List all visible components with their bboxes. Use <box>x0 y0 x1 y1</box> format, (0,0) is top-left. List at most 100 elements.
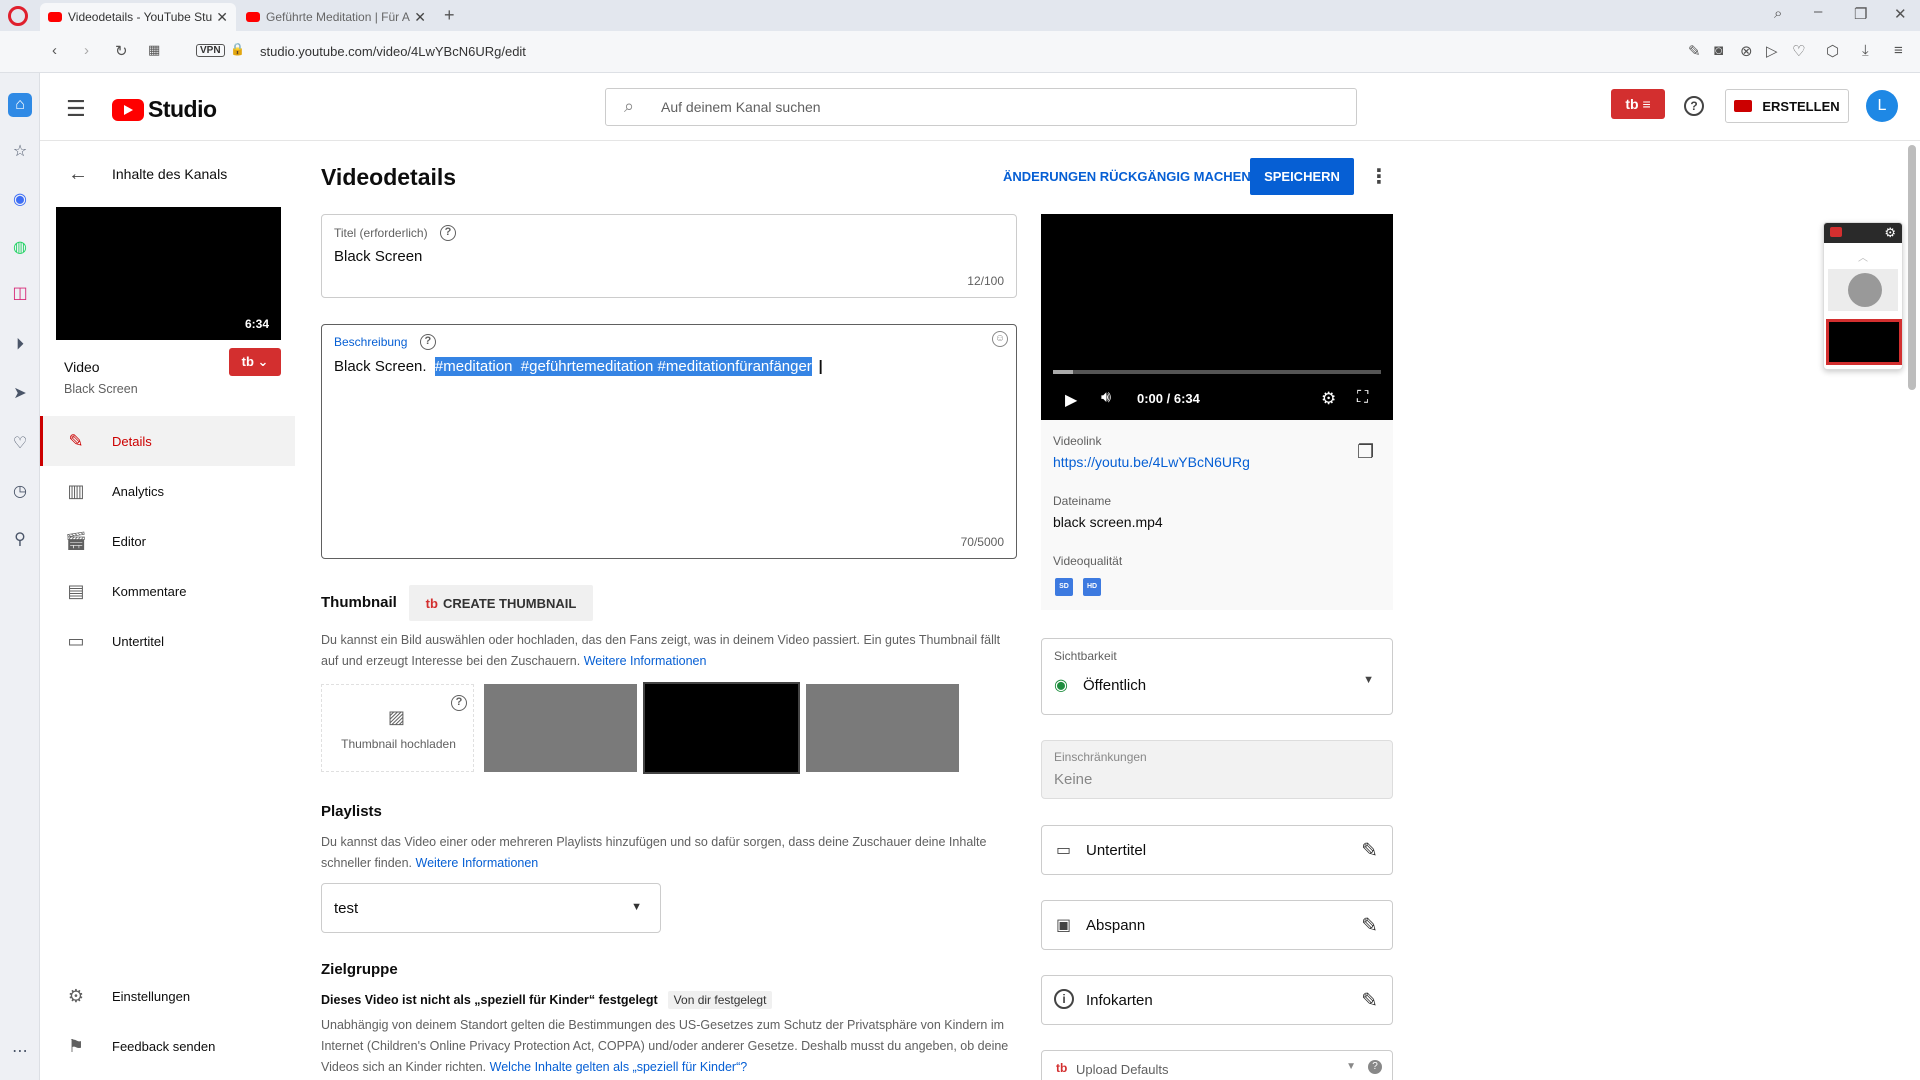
search-input[interactable] <box>661 89 1311 125</box>
messenger-icon[interactable]: ◉ <box>8 187 32 211</box>
more-icon[interactable]: ⋯ <box>8 1039 32 1063</box>
snap-icon[interactable]: ✎ <box>1688 42 1701 60</box>
emoji-icon[interactable]: ☺ <box>992 331 1008 347</box>
back-arrow-icon[interactable]: ← <box>68 163 88 186</box>
send-icon[interactable]: ➤ <box>8 381 32 405</box>
tubebuddy-icon: tb <box>425 595 438 611</box>
browser-tab-active[interactable]: Videodetails - YouTube Stu ✕ <box>40 3 236 31</box>
video-link[interactable]: https://youtu.be/4LwYBcN6URg <box>1053 454 1250 470</box>
search-tabs-icon[interactable]: ⌕ <box>1774 5 1782 22</box>
sidebar-item-label: Kommentare <box>112 583 187 599</box>
help-icon[interactable]: ? <box>1684 96 1704 116</box>
video-player[interactable]: ▶ 🔊︎ 0:00 / 6:34 ⚙ ⛶ <box>1041 214 1393 420</box>
close-tab-icon[interactable]: ✕ <box>216 9 228 26</box>
heart-icon[interactable]: ♡ <box>8 431 32 455</box>
speed-dial-icon[interactable]: ▦ <box>148 42 160 58</box>
sidebar-item-comments[interactable]: ▤ Kommentare <box>40 566 295 616</box>
floating-widget[interactable]: ⚙ ︿ <box>1823 222 1903 370</box>
vpn-badge[interactable]: VPN <box>196 44 225 57</box>
heart-icon[interactable]: ♡ <box>1792 42 1805 60</box>
close-window-icon[interactable]: ✕ <box>1894 5 1907 23</box>
save-button[interactable]: SPEICHERN <box>1250 158 1354 195</box>
download-icon[interactable]: ⤓ <box>1862 42 1869 59</box>
menu-icon[interactable]: ≡ <box>1894 42 1903 59</box>
camera-icon[interactable]: ◙ <box>1714 42 1723 59</box>
adblock-icon[interactable]: ⊗ <box>1740 42 1753 60</box>
back-icon[interactable]: ‹ <box>52 42 57 59</box>
close-tab-icon[interactable]: ✕ <box>414 9 426 26</box>
sidebar-item-details[interactable]: ✎ Details <box>40 416 295 466</box>
flow-icon[interactable]: ▷ <box>1766 42 1778 60</box>
new-tab-icon[interactable]: + <box>444 5 455 26</box>
upload-defaults-row[interactable]: tb Upload Defaults ▼ ? <box>1041 1050 1393 1080</box>
url-text[interactable]: studio.youtube.com/video/4LwYBcN6URg/edi… <box>260 44 526 59</box>
edit-pencil-icon[interactable]: ✎ <box>1361 988 1378 1013</box>
title-input[interactable]: Black Screen <box>334 248 422 265</box>
help-icon[interactable]: ? <box>1368 1060 1382 1074</box>
playlists-more-link[interactable]: Weitere Informationen <box>416 856 539 870</box>
cards-row[interactable]: i Infokarten ✎ <box>1041 975 1393 1025</box>
hamburger-menu-icon[interactable]: ☰ <box>66 96 86 122</box>
title-field-label: Titel (erforderlich) <box>334 226 428 240</box>
play-icon[interactable]: ▶ <box>1065 390 1077 410</box>
sidebar-item-settings[interactable]: ⚙ Einstellungen <box>40 971 295 1021</box>
end-screen-row[interactable]: ▣ Abspann ✎ <box>1041 900 1393 950</box>
help-icon[interactable]: ? <box>440 224 457 241</box>
browser-tab[interactable]: Geführte Meditation | Für A ✕ <box>238 3 434 31</box>
widget-thumbnail[interactable] <box>1826 319 1902 365</box>
avatar[interactable]: L <box>1866 90 1898 122</box>
undo-changes-button[interactable]: ÄNDERUNGEN RÜCKGÄNGIG MACHEN <box>1003 169 1251 184</box>
gear-icon[interactable]: ⚙ <box>1884 225 1896 241</box>
lock-icon[interactable]: 🔒 <box>230 42 245 56</box>
extensions-icon[interactable]: ⬡ <box>1826 42 1839 60</box>
chevron-up-icon[interactable]: ︿ <box>1858 249 1868 264</box>
pin-icon[interactable]: ⚲ <box>8 527 32 551</box>
home-icon[interactable]: ⌂ <box>8 93 32 117</box>
progress-bar[interactable] <box>1053 370 1381 374</box>
create-button[interactable]: ERSTELLEN <box>1725 89 1849 123</box>
tubebuddy-dropdown-button[interactable]: tb ⌄ <box>229 348 281 376</box>
restore-icon[interactable]: ❐ <box>1854 5 1867 23</box>
reload-icon[interactable]: ↻ <box>115 42 128 60</box>
whatsapp-icon[interactable]: ◍ <box>8 235 32 259</box>
player-icon[interactable]: ⏵ <box>8 333 32 357</box>
bookmark-icon[interactable]: ☆ <box>8 139 32 163</box>
thumbnail-option[interactable] <box>806 684 959 772</box>
description-input[interactable]: Black Screen. #meditation #geführtemedit… <box>334 357 823 380</box>
page-scrollbar[interactable] <box>1908 145 1916 390</box>
create-thumbnail-button[interactable]: tb CREATE THUMBNAIL <box>409 585 593 621</box>
fullscreen-icon[interactable]: ⛶ <box>1357 389 1368 407</box>
help-icon[interactable]: ? <box>451 695 467 711</box>
title-field[interactable]: Titel (erforderlich) ? Black Screen 12/1… <box>321 214 1017 298</box>
sidebar-item-feedback[interactable]: ⚑ Feedback senden <box>40 1021 295 1071</box>
tubebuddy-menu-button[interactable]: tb ≡ <box>1611 89 1665 119</box>
channel-content-link[interactable]: Inhalte des Kanals <box>112 166 227 182</box>
history-icon[interactable]: ◷ <box>8 479 32 503</box>
more-options-icon[interactable]: ⋮ <box>1369 164 1389 189</box>
thumbnail-upload[interactable]: ▨ Thumbnail hochladen ? <box>321 684 474 772</box>
playlist-select[interactable]: test ▼ <box>321 883 661 933</box>
sidebar-item-subtitles[interactable]: ▭ Untertitel <box>40 616 295 666</box>
opera-logo-icon[interactable] <box>8 6 28 26</box>
studio-logo[interactable]: Studio <box>112 96 217 123</box>
thumbnail-option-selected[interactable] <box>643 682 800 774</box>
forward-icon[interactable]: › <box>84 42 89 59</box>
edit-pencil-icon[interactable]: ✎ <box>1361 838 1378 863</box>
instagram-icon[interactable]: ◫ <box>8 281 32 305</box>
video-thumbnail[interactable]: 6:34 <box>56 207 281 340</box>
description-field[interactable]: Beschreibung ? ☺ Black Screen. #meditati… <box>321 324 1017 559</box>
volume-icon[interactable]: 🔊︎ <box>1101 389 1111 407</box>
sidebar-item-editor[interactable]: 🎬︎ Editor <box>40 516 295 566</box>
copy-icon[interactable]: ❐ <box>1357 441 1374 464</box>
thumbnail-more-link[interactable]: Weitere Informationen <box>584 654 707 668</box>
subtitles-row[interactable]: ▭ Untertitel ✎ <box>1041 825 1393 875</box>
thumbnail-option[interactable] <box>484 684 637 772</box>
settings-gear-icon[interactable]: ⚙ <box>1321 389 1336 409</box>
minimize-icon[interactable]: – <box>1814 3 1822 20</box>
visibility-select[interactable]: Sichtbarkeit ◉ Öffentlich ▼ <box>1041 638 1393 715</box>
help-icon[interactable]: ? <box>419 333 436 350</box>
sidebar-item-analytics[interactable]: ▥ Analytics <box>40 466 295 516</box>
audience-kids-link[interactable]: Welche Inhalte gelten als „speziell für … <box>490 1060 748 1074</box>
channel-search[interactable]: ⌕ <box>605 88 1357 126</box>
edit-pencil-icon[interactable]: ✎ <box>1361 913 1378 938</box>
